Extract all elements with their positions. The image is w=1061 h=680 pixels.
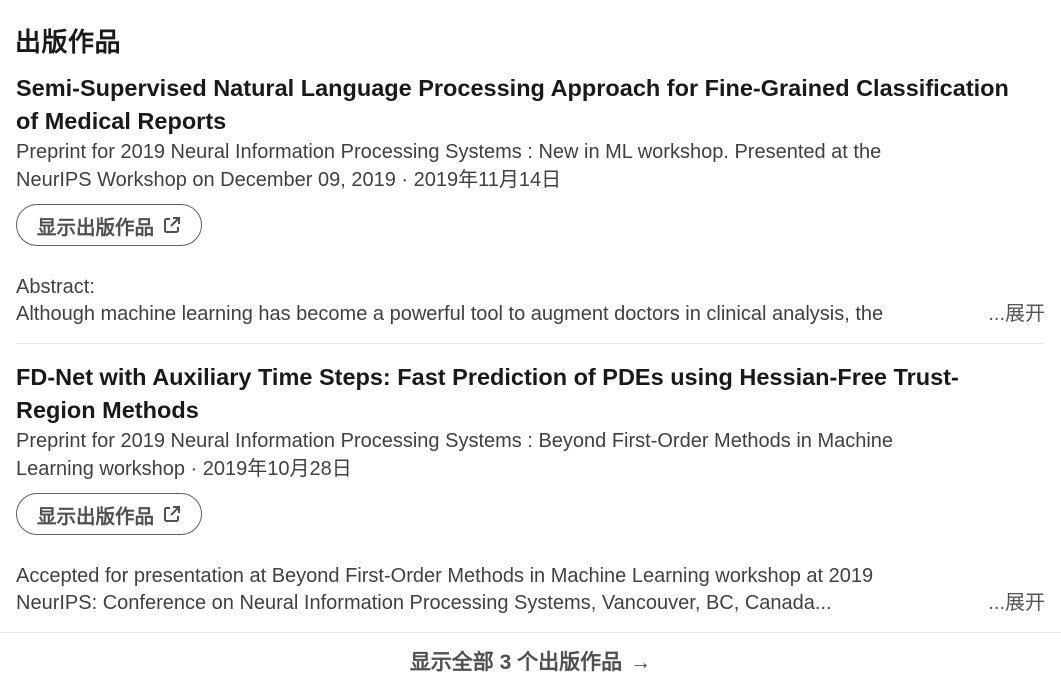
publication-meta-line: Learning workshop · 2019年10月28日 <box>16 458 352 480</box>
expand-link[interactable]: ...展开 <box>988 590 1045 617</box>
publication-meta: Preprint for 2019 Neural Information Pro… <box>16 138 1046 194</box>
footer-divider <box>0 632 1061 633</box>
publication-title-line: FD-Net with Auxiliary Time Steps: Fast P… <box>16 364 959 390</box>
expand-link[interactable]: ...展开 <box>988 301 1045 328</box>
publication-abstract: Accepted for presentation at Beyond Firs… <box>16 563 1046 617</box>
abstract-line: Abstract: <box>16 276 95 298</box>
section-title: 出版作品 <box>15 27 122 57</box>
publication-title-line: Region Methods <box>16 397 199 423</box>
publication-meta-line: NeurIPS Workshop on December 09, 2019 · … <box>16 169 562 191</box>
abstract-line: NeurIPS: Conference on Neural Informatio… <box>16 592 832 614</box>
show-all-label: 显示全部 3 个出版作品 <box>409 651 623 674</box>
publication-title: Semi-Supervised Natural Language Process… <box>16 72 1046 138</box>
publication-abstract: Abstract: Although machine learning has … <box>16 274 1046 328</box>
publication-title-line: of Medical Reports <box>16 108 227 134</box>
show-publication-label: 显示出版作品 <box>37 216 155 239</box>
publication-item: FD-Net with Auxiliary Time Steps: Fast P… <box>16 361 1046 617</box>
publication-title: FD-Net with Auxiliary Time Steps: Fast P… <box>16 361 1046 427</box>
show-all-publications-link[interactable]: 显示全部 3 个出版作品 → <box>0 646 1061 676</box>
show-publication-button[interactable]: 显示出版作品 <box>16 204 203 246</box>
external-link-icon <box>163 505 181 523</box>
abstract-line: Although machine learning has become a p… <box>16 303 884 325</box>
publication-meta-line: Preprint for 2019 Neural Information Pro… <box>16 141 882 163</box>
publication-title-line: Semi-Supervised Natural Language Process… <box>16 75 1009 101</box>
publication-item: Semi-Supervised Natural Language Process… <box>16 72 1046 328</box>
show-publication-button[interactable]: 显示出版作品 <box>16 493 203 535</box>
publication-meta: Preprint for 2019 Neural Information Pro… <box>16 427 1046 483</box>
show-publication-label: 显示出版作品 <box>37 505 155 528</box>
arrow-right-icon: → <box>630 651 652 674</box>
external-link-icon <box>163 216 181 234</box>
abstract-line: Accepted for presentation at Beyond Firs… <box>16 565 874 587</box>
publication-meta-line: Preprint for 2019 Neural Information Pro… <box>16 430 894 452</box>
divider <box>16 343 1044 344</box>
